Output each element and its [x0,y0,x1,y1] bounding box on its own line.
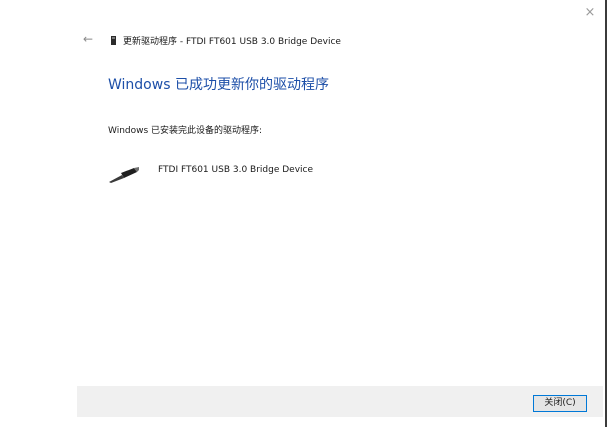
success-heading: Windows 已成功更新你的驱动程序 [108,77,329,93]
update-driver-dialog: × ← 更新驱动程序 - FTDI FT601 USB 3.0 Bridge D… [0,0,613,427]
close-icon[interactable]: × [583,6,597,20]
close-button[interactable]: 关闭(C) [533,395,587,412]
device-icon [111,36,116,45]
dialog-footer: 关闭(C) [77,386,603,417]
device-name: FTDI FT601 USB 3.0 Bridge Device [158,165,314,175]
back-arrow-icon[interactable]: ← [83,33,95,45]
dialog-header-title: 更新驱动程序 - FTDI FT601 USB 3.0 Bridge Devic… [123,37,341,47]
window-edge [605,0,607,427]
usb-cable-icon [109,167,139,183]
installed-message: Windows 已安装完此设备的驱动程序: [108,126,263,136]
